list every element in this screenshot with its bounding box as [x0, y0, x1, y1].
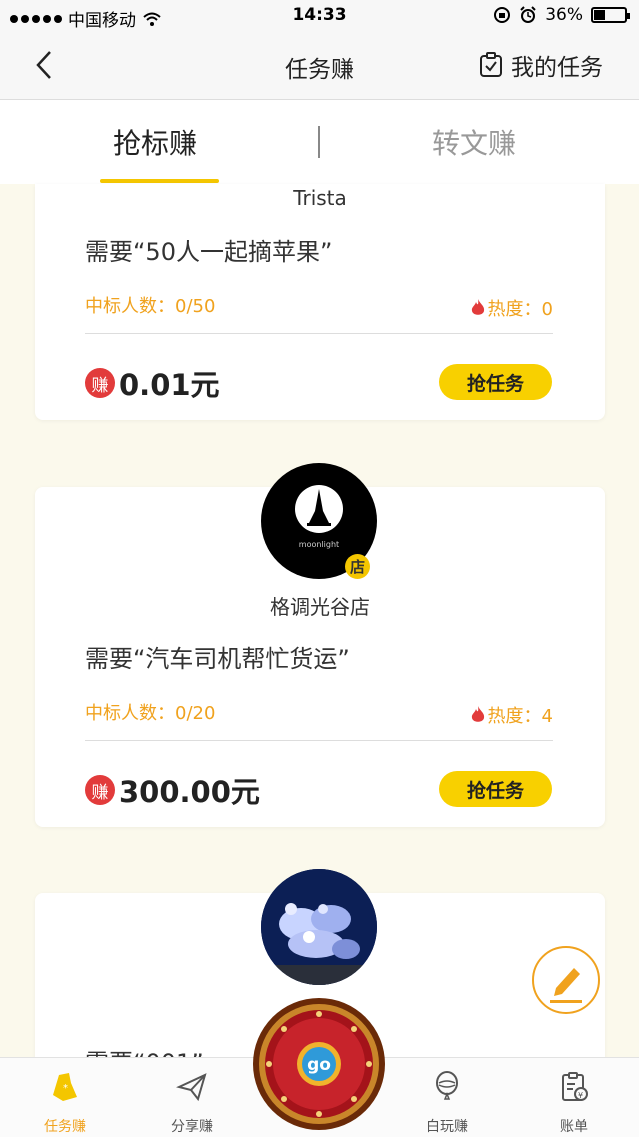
coral-photo [261, 869, 377, 985]
heat-indicator: 热度：4 [470, 702, 553, 728]
tab-divider [318, 126, 320, 158]
svg-text:¥: ¥ [578, 1091, 583, 1100]
heat-label: 热度：4 [487, 706, 553, 727]
rotation-lock-icon [494, 7, 511, 23]
clipboard-check-icon [480, 52, 502, 77]
bill-icon: ¥ [562, 1072, 588, 1101]
flame-icon [471, 706, 484, 722]
earn-badge: 赚 [85, 775, 115, 805]
task-requirement: 需要“50人一起摘苹果” [85, 238, 333, 266]
my-tasks-button[interactable]: 我的任务 [479, 48, 603, 82]
shop-name: Trista [293, 186, 347, 210]
tab-bill[interactable]: ¥ 账单 [534, 1058, 614, 1137]
avatar-logo-text: moonlight [299, 540, 339, 549]
tab-share-earn[interactable]: 分享赚 [152, 1058, 232, 1137]
go-wheel-icon: go [253, 998, 385, 1130]
task-card: Trista 需要“50人一起摘苹果” 中标人数：0/50 热度：0 赚 0.0… [35, 184, 605, 420]
earn-badge: 赚 [85, 368, 115, 398]
status-bar: 中国移动 14:33 36% [0, 0, 639, 32]
compose-button[interactable] [532, 946, 600, 1014]
heat-label: 热度：0 [487, 299, 553, 320]
grab-task-button[interactable]: 抢任务 [439, 771, 552, 807]
go-label: go [307, 1055, 331, 1075]
tab-repost-earn[interactable]: 转文赚 [432, 122, 516, 162]
card-divider [85, 333, 553, 334]
balloon-icon [436, 1071, 458, 1100]
tab-free-earn[interactable]: 白玩赚 [407, 1058, 487, 1137]
tab-bid-earn[interactable]: 抢标赚 [113, 122, 197, 162]
shop-avatar[interactable] [261, 869, 377, 985]
shop-name: 格调光谷店 [270, 595, 370, 619]
active-tab-indicator [100, 179, 219, 183]
grab-task-button[interactable]: 抢任务 [439, 364, 552, 400]
reward-price: 300.00元 [119, 775, 260, 809]
tab-strip: 抢标赚 转文赚 [0, 100, 639, 184]
tab-label: 账单 [560, 1119, 588, 1135]
bid-count: 中标人数：0/50 [85, 296, 216, 317]
paper-plane-icon [176, 1073, 207, 1102]
card-divider [85, 740, 553, 741]
task-icon: * [53, 1073, 77, 1101]
tab-label: 白玩赚 [426, 1119, 468, 1135]
tab-task-earn[interactable]: * 任务赚 [25, 1058, 105, 1137]
task-requirement: 需要“汽车司机帮忙货运” [85, 645, 350, 673]
battery-percent: 36% [545, 5, 583, 25]
heat-indicator: 热度：0 [470, 295, 553, 321]
tab-label: 分享赚 [171, 1119, 213, 1135]
battery-icon [591, 7, 630, 23]
nav-bar: 任务赚 我的任务 [0, 32, 639, 100]
alarm-icon [520, 6, 536, 23]
status-right: 36% [493, 5, 630, 25]
tab-label: 任务赚 [44, 1119, 86, 1135]
my-tasks-label: 我的任务 [511, 55, 603, 81]
go-wheel-button[interactable]: go [251, 996, 387, 1132]
bid-count: 中标人数：0/20 [85, 703, 216, 724]
pencil-icon [550, 968, 582, 1003]
shop-tag-badge: 店 [345, 554, 370, 579]
reward-row: 赚 0.01元 [85, 362, 220, 404]
reward-row: 赚 300.00元 [85, 769, 260, 811]
svg-text:*: * [63, 1083, 68, 1094]
flame-icon [471, 299, 484, 315]
reward-price: 0.01元 [119, 368, 220, 402]
